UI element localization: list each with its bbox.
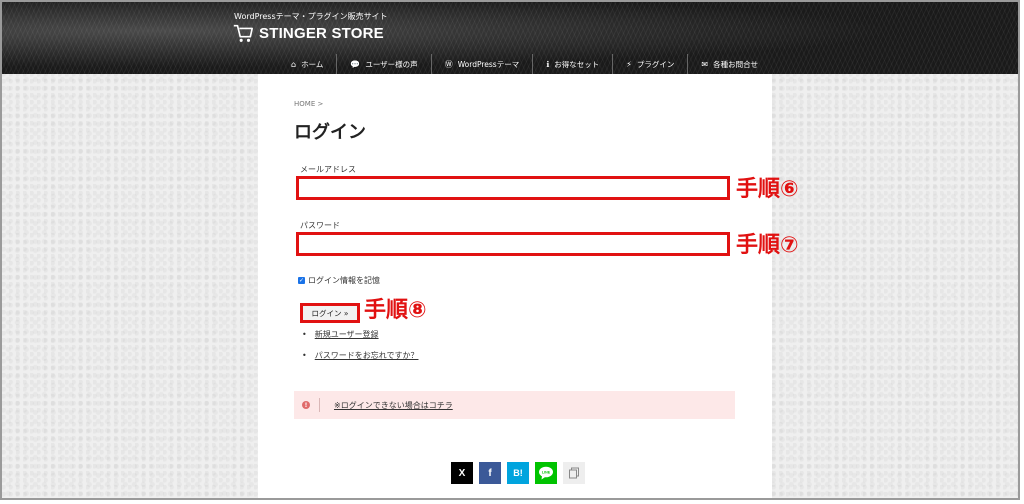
line-icon: LINE [539,466,553,480]
password-label: パスワード [300,221,340,230]
line-share-button[interactable]: LINE [535,462,557,484]
x-icon: X [458,467,466,479]
share-buttons: X f B! LINE [451,462,585,484]
email-label: メールアドレス [300,165,356,174]
logo-text: STINGER STORE [259,24,384,42]
login-help-link[interactable]: ※ログインできない場合はコチラ [334,400,453,411]
remember-me[interactable]: ✓ ログイン情報を記憶 [298,275,380,286]
info-icon: ℹ [546,59,550,69]
nav-item-contact[interactable]: ✉ 各種お問合せ [687,54,771,74]
exclamation-icon: ! [302,401,310,409]
hatena-share-button[interactable]: B! [507,462,529,484]
list-item: 新規ユーザー登録 [302,329,418,340]
site-logo[interactable]: STINGER STORE [232,22,384,44]
step6-annotation: 手順⑥ [736,177,799,202]
step8-annotation: 手順⑧ [364,298,427,323]
home-icon: ⌂ [291,59,297,69]
wordpress-icon: Ⓦ [444,59,453,69]
password-field[interactable] [296,232,730,256]
step7-annotation: 手順⑦ [736,233,799,258]
site-tagline: WordPressテーマ・プラグイン販売サイト [234,12,388,21]
x-share-button[interactable]: X [451,462,473,484]
facebook-share-button[interactable]: f [479,462,501,484]
forgot-password-link[interactable]: パスワードをお忘れですか？ [315,350,419,361]
email-field[interactable] [296,176,730,200]
plug-icon: ⚡ [626,59,632,69]
nav-label: お得なセット [554,59,600,69]
login-button[interactable]: ログイン » [300,303,360,323]
facebook-icon: f [488,467,492,479]
nav-label: ホーム [301,59,324,69]
copy-icon [569,467,579,479]
comment-icon: 💬 [350,59,361,69]
mail-icon: ✉ [701,59,709,69]
nav-item-set[interactable]: ℹ お得なセット [532,54,612,74]
nav-item-wordpress-theme[interactable]: Ⓦ WordPressテーマ [430,54,533,74]
copy-link-button[interactable] [563,462,585,484]
screenshot-frame: WordPressテーマ・プラグイン販売サイト STINGER STORE ⌂ … [0,0,1020,500]
login-help-alert: ! ※ログインできない場合はコチラ [294,391,735,419]
account-links: 新規ユーザー登録 パスワードをお忘れですか？ [302,329,419,371]
site-header: WordPressテーマ・プラグイン販売サイト STINGER STORE ⌂ … [2,2,1018,74]
nav-label: ユーザー様の声 [365,59,418,69]
nav-item-home[interactable]: ⌂ ホーム [278,54,336,74]
remember-checkbox[interactable]: ✓ [298,277,305,284]
alert-divider [319,398,320,412]
main-content: HOME > ログイン メールアドレス パスワード ✓ ログイン情報を記憶 ログ… [258,74,772,498]
register-link[interactable]: 新規ユーザー登録 [315,329,379,340]
cart-icon [233,24,253,42]
main-nav: ⌂ ホーム 💬 ユーザー様の声 Ⓦ WordPressテーマ ℹ お得なセット … [278,54,771,74]
line-label: LINE [542,471,551,475]
remember-label: ログイン情報を記憶 [308,276,380,285]
nav-item-plugin[interactable]: ⚡ プラグイン [612,54,687,74]
nav-label: プラグイン [636,59,675,69]
hatena-icon: B! [513,468,523,478]
nav-item-user-voice[interactable]: 💬 ユーザー様の声 [336,54,430,74]
breadcrumb[interactable]: HOME > [294,100,323,108]
nav-label: WordPressテーマ [457,59,520,69]
page-title: ログイン [294,122,366,143]
nav-label: 各種お問合せ [713,59,759,69]
list-item: パスワードをお忘れですか？ [302,350,419,361]
